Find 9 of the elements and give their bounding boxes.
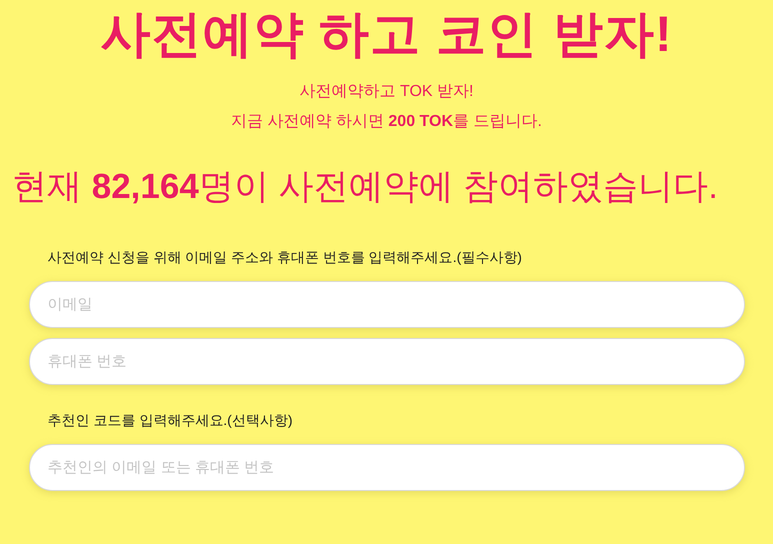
intro-text: 지금 사전예약 하시면 200 TOK를 드립니다. [231, 112, 542, 132]
headline: 사전예약 하고 코인 받자! [100, 5, 673, 64]
intro-text: 사전예약하고 TOK 받자! [300, 82, 474, 102]
form-label: 추천인 코드를 입력해주세요.(선택사항) [46, 411, 294, 430]
input-field[interactable]: 추천인의 이메일 또는 휴대폰 번호 [28, 444, 744, 491]
input-field[interactable]: 이메일 [28, 281, 744, 328]
form-label: 사전예약 신청을 위해 이메일 주소와 휴대폰 번호를 입력해주세요.(필수사항) [46, 248, 523, 267]
input-field[interactable]: 휴대폰 번호 [28, 338, 744, 385]
participant-counter: 현재 82,164명이 사전예약에 참여하였습니다. [11, 166, 718, 208]
